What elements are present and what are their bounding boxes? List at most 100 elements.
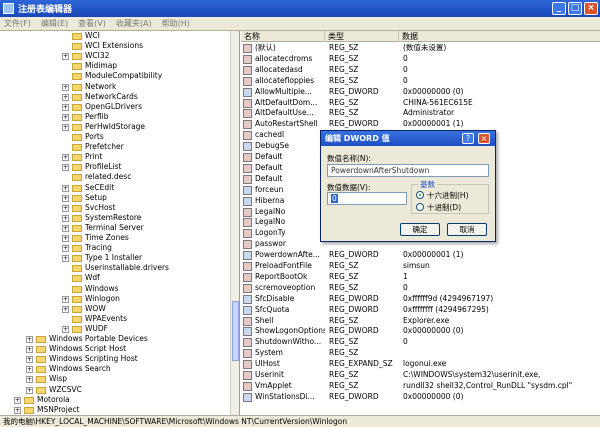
value-name-field: PowerdownAfterShutdown (327, 164, 489, 177)
value-data: 0x00000000 (0) (403, 326, 464, 336)
hex-radio[interactable] (416, 191, 424, 199)
tree-item-label: related.desc (85, 172, 132, 182)
menu-help[interactable]: 帮助(H) (162, 18, 190, 29)
expand-icon[interactable]: + (62, 235, 69, 242)
tree-scrollbar[interactable] (230, 31, 239, 415)
value-data: 0xffffff9d (4294967197) (403, 293, 494, 303)
value-name: AutoRestartShell (255, 119, 318, 129)
tree-item-label: Perflib (85, 111, 109, 121)
expand-icon[interactable]: + (62, 245, 69, 253)
folder-icon (72, 174, 82, 182)
expand-icon[interactable]: + (62, 93, 69, 101)
value-data: 0 (403, 53, 408, 63)
col-header-type[interactable]: 类型 (325, 31, 399, 42)
string-value-icon (243, 229, 252, 239)
expand-icon[interactable]: + (62, 53, 69, 61)
cancel-button[interactable]: 取消 (447, 223, 487, 236)
menu-view[interactable]: 查看(V) (78, 18, 106, 29)
value-row[interactable]: System REG_SZ (241, 348, 600, 359)
value-row[interactable]: ReportBootOk REG_SZ 1 (241, 272, 600, 283)
value-row[interactable]: SfcQuota REG_DWORD 0xffffffff (4294967295) (241, 305, 600, 316)
value-row[interactable]: PowerdownAfte... REG_DWORD 0x00000001 (1) (241, 250, 600, 261)
expand-icon[interactable]: + (62, 224, 69, 232)
dialog-help-icon[interactable]: ? (462, 133, 474, 144)
value-row[interactable]: allocatefloppies REG_SZ 0 (241, 76, 600, 87)
value-row[interactable]: PreloadFontFile REG_SZ simsun (241, 261, 600, 272)
tree-item-label: WOW (85, 303, 106, 313)
list-header: 名称 类型 数据 (241, 31, 600, 42)
value-name: (默认) (255, 43, 276, 52)
col-header-name[interactable]: 名称 (241, 31, 325, 42)
value-row[interactable]: Shell REG_SZ Explorer.exe (241, 316, 600, 327)
value-data: 0 (403, 282, 408, 292)
value-row[interactable]: ShutdownWitho... REG_SZ 0 (241, 337, 600, 348)
binary-value-icon (243, 392, 252, 402)
expand-icon[interactable]: + (26, 336, 33, 343)
expand-icon[interactable]: + (14, 406, 21, 414)
expand-icon[interactable]: + (62, 164, 69, 172)
expand-icon[interactable]: + (62, 305, 69, 313)
minimize-button[interactable]: _ (552, 2, 566, 15)
tree-item-label: WCI (85, 31, 100, 40)
value-type: REG_SZ (329, 53, 359, 63)
value-row[interactable]: AltDefaultDom... REG_SZ CHINA-561EC615E (241, 98, 600, 109)
menu-edit[interactable]: 编辑(E) (41, 18, 68, 29)
expand-icon[interactable]: + (62, 113, 69, 121)
expand-icon[interactable]: + (62, 194, 69, 202)
expand-icon[interactable]: + (26, 346, 33, 354)
tree-item-label: Windows Portable Devices (49, 334, 148, 343)
expand-icon[interactable]: + (62, 204, 69, 212)
string-value-icon (243, 207, 252, 217)
tree-item-label: SeCEdit (85, 182, 115, 192)
value-name: System (255, 348, 283, 358)
expand-icon[interactable]: + (62, 255, 69, 263)
expand-icon[interactable]: + (62, 123, 69, 131)
value-row[interactable]: AllowMultiple... REG_DWORD 0x00000000 (0) (241, 87, 600, 98)
expand-icon[interactable]: + (26, 356, 33, 364)
value-data: 0 (403, 337, 408, 347)
expand-icon[interactable]: + (26, 376, 33, 384)
string-value-icon (243, 131, 252, 141)
hex-radio-label[interactable]: 十六进制(H) (427, 190, 469, 201)
string-value-icon (243, 65, 252, 75)
folder-icon (24, 396, 34, 404)
expand-icon[interactable]: + (62, 184, 69, 192)
value-row[interactable]: UIHost REG_EXPAND_SZ logonui.exe (241, 359, 600, 370)
value-row[interactable]: VmApplet REG_SZ rundll32 shell32,Control_R… (241, 381, 600, 392)
col-header-data[interactable]: 数据 (399, 31, 600, 42)
expand-icon[interactable]: + (62, 295, 69, 303)
string-value-icon (243, 262, 252, 271)
value-row[interactable]: AutoRestartShell REG_DWORD 0x00000001 (1) (241, 119, 600, 130)
tree-scrollbar-thumb[interactable] (232, 301, 239, 361)
expand-icon[interactable]: + (62, 103, 69, 111)
value-row[interactable]: AltDefaultUse... REG_SZ Administrator (241, 108, 600, 119)
dialog-close-icon[interactable]: × (478, 133, 490, 144)
registry-tree[interactable]: WCI WCI Extensions + WCI32 Midimap ModuleComp… (0, 31, 240, 415)
value-name: SfcDisable (255, 293, 295, 303)
value-type: REG_SZ (329, 282, 359, 292)
value-data: simsun (403, 261, 430, 270)
ok-button[interactable]: 确定 (400, 223, 440, 236)
value-row[interactable]: SfcDisable REG_DWORD 0xffffff9d (429496719… (241, 294, 600, 305)
dec-radio[interactable] (416, 203, 424, 211)
expand-icon[interactable]: + (62, 325, 69, 333)
menu-favorites[interactable]: 收藏夹(A) (116, 18, 152, 29)
expand-icon[interactable]: + (26, 366, 33, 374)
close-button[interactable]: × (584, 2, 598, 15)
dec-radio-label[interactable]: 十进制(D) (427, 202, 461, 213)
value-row[interactable]: ShowLogonOptions REG_DWORD 0x00000000 (0) (241, 326, 600, 337)
value-row[interactable]: Userinit REG_SZ C:\WINDOWS\system32\userin… (241, 370, 600, 381)
value-row[interactable]: (默认) REG_SZ (数值未设置) (241, 43, 600, 54)
expand-icon[interactable]: + (62, 83, 69, 91)
expand-icon[interactable]: + (62, 214, 69, 222)
value-data-input[interactable]: 0 (327, 192, 407, 205)
value-row[interactable]: allocatedasd REG_SZ 0 (241, 65, 600, 76)
expand-icon[interactable]: + (14, 396, 21, 404)
value-row[interactable]: allocatecdroms REG_SZ 0 (241, 54, 600, 65)
value-row[interactable]: WinStationsDi... REG_DWORD 0x00000000 (0) (241, 392, 600, 403)
value-row[interactable]: scremoveoption REG_SZ 0 (241, 283, 600, 294)
menu-file[interactable]: 文件(F) (4, 18, 31, 29)
maximize-button[interactable]: □ (568, 2, 582, 15)
expand-icon[interactable]: + (62, 154, 69, 162)
expand-icon[interactable]: + (26, 386, 33, 394)
